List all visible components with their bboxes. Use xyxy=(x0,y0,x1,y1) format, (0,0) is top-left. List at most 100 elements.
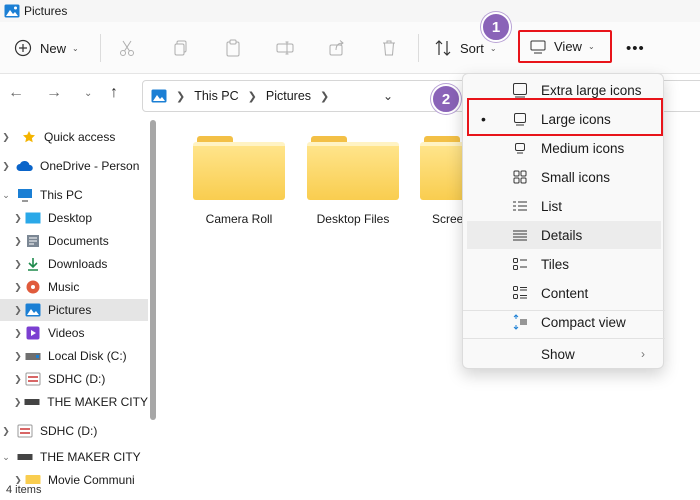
sidebar-item-movie-community[interactable]: ❯ Movie Communi xyxy=(0,469,148,484)
sidebar-item-this-pc[interactable]: ⌄ This PC xyxy=(0,184,148,206)
folder-icon xyxy=(193,136,285,200)
menu-item-small-icons[interactable]: Small icons xyxy=(467,163,661,191)
sidebar-item-downloads[interactable]: ❯ Downloads xyxy=(0,253,148,275)
rename-icon xyxy=(276,41,294,55)
breadcrumb-pictures[interactable]: Pictures xyxy=(266,89,311,103)
pictures-app-icon xyxy=(4,4,20,18)
menu-item-medium-icons[interactable]: Medium icons xyxy=(467,134,661,162)
menu-item-details[interactable]: Details xyxy=(467,221,661,249)
more-options-button[interactable]: ••• xyxy=(626,22,645,74)
sidebar-item-local-disk[interactable]: ❯ Local Disk (C:) xyxy=(0,345,148,367)
trash-icon xyxy=(383,40,395,56)
chevron-right-icon: ❯ xyxy=(13,396,22,407)
menu-item-list[interactable]: List xyxy=(467,192,661,220)
folder-icon xyxy=(307,136,399,200)
sidebar-item-quick-access[interactable]: ❯ Quick access xyxy=(0,126,148,148)
sidebar-item-videos[interactable]: ❯ Videos xyxy=(0,322,148,344)
menu-item-content[interactable]: Content xyxy=(467,279,661,307)
chevron-right-icon: ❯ xyxy=(14,474,22,485)
copy-icon xyxy=(174,40,187,56)
sd-card-icon xyxy=(16,424,34,438)
copy-button[interactable] xyxy=(172,22,190,74)
file-item-camera-roll[interactable]: Camera Roll xyxy=(184,136,294,226)
menu-item-show[interactable]: Show › xyxy=(467,340,661,368)
file-name: Camera Roll xyxy=(205,212,273,226)
rename-button[interactable] xyxy=(276,22,294,74)
sd-card-icon xyxy=(24,372,42,386)
pictures-location-icon xyxy=(151,89,167,103)
share-icon xyxy=(329,40,344,56)
sort-arrows-icon xyxy=(435,40,451,56)
computer-icon xyxy=(16,188,34,202)
sidebar-item-maker-city-root[interactable]: ⌄ THE MAKER CITY xyxy=(0,446,148,468)
chevron-down-icon: ⌄ xyxy=(587,42,595,51)
view-label: View xyxy=(554,39,582,54)
menu-item-compact-view[interactable]: Compact view xyxy=(467,308,661,336)
folder-icon xyxy=(24,473,42,484)
sidebar-scrollbar[interactable] xyxy=(150,120,156,420)
chevron-right-icon: ❯ xyxy=(14,350,22,361)
sidebar-item-sdhc-root[interactable]: ❯ SDHC (D:) xyxy=(0,420,148,442)
menu-item-tiles[interactable]: Tiles xyxy=(467,250,661,278)
chevron-right-icon: ❯ xyxy=(14,373,22,384)
sidebar-item-onedrive[interactable]: ❯ OneDrive - Person xyxy=(0,155,148,177)
small-icons-icon xyxy=(507,169,533,185)
chevron-down-icon: ⌄ xyxy=(2,451,10,462)
recent-locations-chevron-icon[interactable]: ⌄ xyxy=(84,88,92,99)
divider xyxy=(418,34,419,62)
forward-arrow-icon[interactable]: → xyxy=(46,84,62,102)
content-icon xyxy=(507,285,533,301)
title-bar: Pictures xyxy=(0,0,700,22)
view-button[interactable]: View ⌄ xyxy=(518,30,612,63)
pictures-icon xyxy=(24,303,42,317)
delete-button[interactable] xyxy=(380,22,398,74)
window-title: Pictures xyxy=(24,4,68,18)
address-dropdown-icon[interactable]: ⌄ xyxy=(383,89,393,103)
disk-icon xyxy=(24,349,42,363)
sidebar-item-maker-city[interactable]: ❯ THE MAKER CITY xyxy=(0,391,148,413)
paste-button[interactable] xyxy=(224,22,242,74)
compact-view-icon xyxy=(507,314,533,330)
sidebar-item-sdhc[interactable]: ❯ SDHC (D:) xyxy=(0,368,148,390)
download-icon xyxy=(24,257,42,271)
sidebar-item-documents[interactable]: ❯ Documents xyxy=(0,230,148,252)
drive-icon xyxy=(16,450,34,464)
chevron-right-icon: ❯ xyxy=(176,90,186,103)
more-icon: ••• xyxy=(626,39,645,57)
plus-circle-icon xyxy=(14,39,32,57)
back-arrow-icon[interactable]: ← xyxy=(8,84,24,102)
large-icons-highlight xyxy=(467,98,663,136)
drive-icon xyxy=(24,395,42,409)
sidebar-item-pictures[interactable]: ❯ Pictures xyxy=(0,299,148,321)
menu-divider xyxy=(463,338,665,339)
address-bar[interactable]: ❯ This PC ❯ Pictures ❯ ⌄ xyxy=(142,80,442,112)
step-badge-2: 2 xyxy=(431,84,461,114)
sidebar-item-desktop[interactable]: ❯ Desktop xyxy=(0,207,148,229)
share-button[interactable] xyxy=(328,22,346,74)
file-item-desktop-files[interactable]: Desktop Files xyxy=(298,136,408,226)
sidebar-item-music[interactable]: ❯ Music xyxy=(0,276,148,298)
music-icon xyxy=(24,280,42,294)
chevron-right-icon: ❯ xyxy=(247,90,257,103)
chevron-right-icon: ❯ xyxy=(14,258,22,269)
extra-large-icons-icon xyxy=(507,82,533,98)
navigation-pane: ❯ Quick access ❯ OneDrive - Person ⌄ Thi… xyxy=(0,120,150,484)
chevron-right-icon: ❯ xyxy=(14,212,22,223)
desktop-icon xyxy=(24,211,42,225)
chevron-down-icon: ⌄ xyxy=(72,43,79,53)
new-label: New xyxy=(40,40,67,56)
details-icon xyxy=(507,227,533,243)
sort-label: Sort xyxy=(460,40,484,56)
videos-icon xyxy=(24,326,42,340)
list-icon xyxy=(507,198,533,214)
up-arrow-icon[interactable]: ↑ xyxy=(110,84,118,102)
new-button[interactable]: New ⌄ xyxy=(14,22,79,74)
tiles-icon xyxy=(507,256,533,272)
divider xyxy=(100,34,101,62)
cut-button[interactable] xyxy=(118,22,136,74)
medium-icons-icon xyxy=(507,140,533,156)
breadcrumb-this-pc[interactable]: This PC xyxy=(194,89,238,103)
chevron-right-icon: ❯ xyxy=(2,131,10,142)
chevron-down-icon: ⌄ xyxy=(2,189,10,200)
scissors-icon xyxy=(120,40,134,56)
